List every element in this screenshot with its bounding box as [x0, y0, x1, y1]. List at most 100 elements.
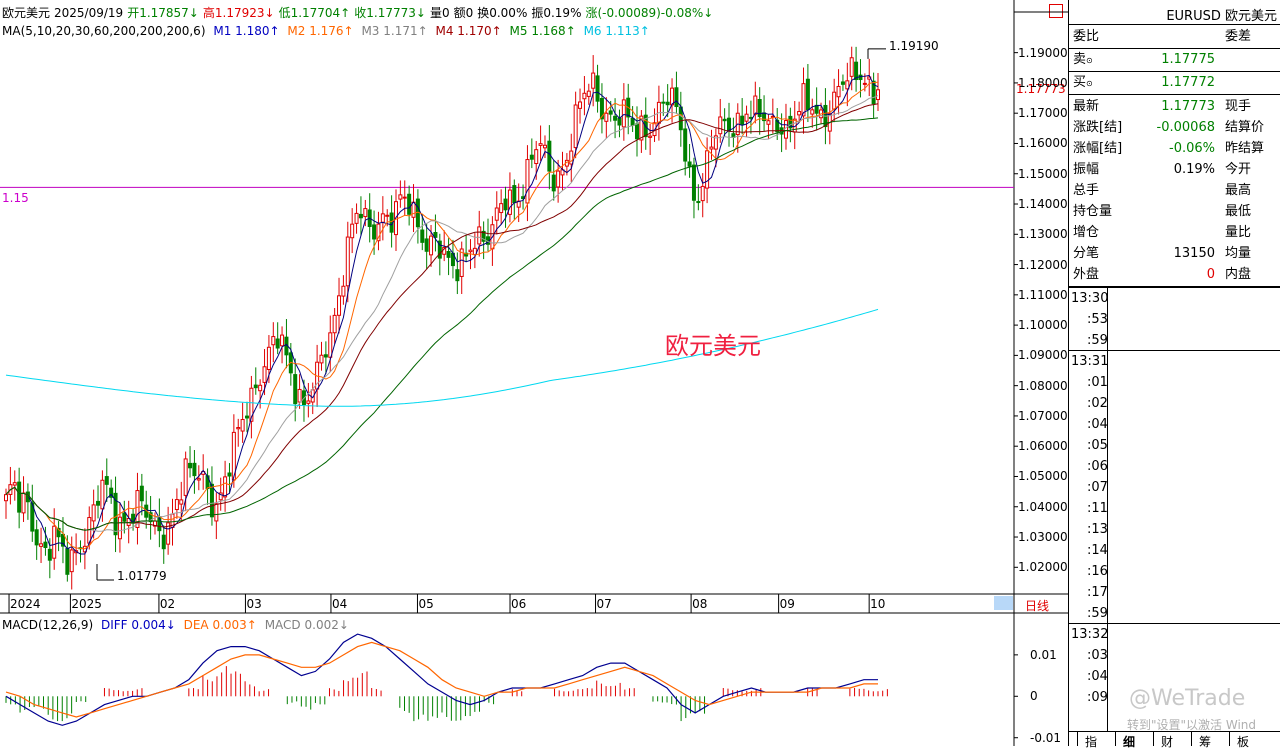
candle-body: [630, 117, 635, 126]
candle-body: [595, 75, 600, 102]
tick-time: :09: [1087, 690, 1108, 705]
panel-tab[interactable]: 筹: [1199, 733, 1211, 750]
x-tick-label: 03: [246, 597, 262, 611]
candle-body: [648, 135, 653, 138]
quote-row: 涨跌[结] -0.00068 结算价: [1071, 117, 1279, 138]
candle-body: [661, 101, 666, 104]
quote-row-label: 增仓: [1073, 225, 1100, 240]
panel-tab[interactable]: 板: [1237, 733, 1249, 750]
tick-time: :07: [1087, 480, 1108, 495]
candle-body: [854, 61, 859, 81]
candle-body: [665, 101, 670, 106]
y-tick-label: 1.06000: [1018, 439, 1068, 454]
candle-body: [328, 332, 333, 358]
macd-tick-label: 0.01: [1030, 647, 1057, 662]
y-tick-label: 1.09000: [1018, 348, 1068, 363]
candle-body: [797, 110, 802, 116]
y-tick-label: 1.16000: [1018, 136, 1068, 151]
y-tick-label: 1.05000: [1018, 469, 1068, 484]
candle-body: [65, 548, 70, 575]
candle-body: [876, 89, 880, 101]
x-tick-label: 2025: [71, 597, 102, 611]
candle-body: [538, 143, 543, 146]
candle-body: [691, 164, 696, 201]
quote-row: 振幅 0.19% 今开: [1071, 159, 1279, 180]
candle-body: [214, 503, 219, 522]
quote-row-right-label: 量比: [1225, 225, 1252, 240]
candle-body: [293, 374, 298, 405]
candle-body: [47, 548, 52, 561]
quote-row-label: 总手: [1073, 183, 1100, 198]
tick-time: :04: [1087, 417, 1108, 432]
candle-body: [196, 478, 201, 481]
quote-row-value: -0.06%: [1169, 141, 1215, 156]
macd-params: MACD(12,26,9): [2, 618, 94, 632]
quote-row-right-label: 最低: [1225, 204, 1252, 219]
candle-body: [372, 224, 377, 240]
tick-time: :59: [1087, 333, 1108, 348]
candle-body: [4, 494, 8, 502]
quote-row-value: 1.17773: [1161, 99, 1215, 114]
panel-tab[interactable]: 指: [1085, 733, 1097, 750]
macd-diff: DIFF 0.004↓: [100, 618, 176, 632]
candle-body: [670, 87, 675, 106]
macd-value: MACD 0.002↓: [264, 618, 349, 632]
candle-body: [586, 90, 591, 97]
x-tick-label: 04: [331, 597, 348, 611]
y-tick-label: 1.08000: [1018, 378, 1068, 393]
candle-body: [766, 120, 771, 125]
x-tick-label: 07: [596, 597, 612, 611]
ma5-line: [5, 74, 879, 555]
candle-body: [358, 213, 363, 219]
kline-chart-area[interactable]: 欧元美元 2025/09/19 开1.17857↓ 高1.17923↓ 低1.17704…: [0, 0, 1068, 746]
quote-row: 最新 1.17773 现手: [1071, 96, 1279, 117]
quote-row-right-label: 昨结算: [1225, 141, 1265, 156]
tick-time: :05: [1087, 438, 1108, 453]
tick-time: :01: [1087, 375, 1108, 390]
candle-body: [266, 346, 271, 370]
candle-body: [849, 57, 854, 77]
candle-body: [345, 236, 350, 287]
panel-tab[interactable]: 细: [1123, 733, 1135, 750]
sell-price: 1.17775: [1161, 52, 1215, 67]
x-tick-label: 02: [159, 597, 176, 611]
candle-body: [858, 74, 863, 81]
ma10-line: [5, 81, 879, 550]
candle-body: [744, 113, 749, 122]
candle-body: [424, 238, 429, 252]
candle-body: [525, 159, 530, 204]
candle-body: [542, 144, 547, 149]
tick-time: 13:31: [1071, 354, 1109, 369]
candle-body: [91, 504, 96, 522]
candle-body: [512, 185, 517, 204]
quote-row-label: 最新: [1073, 99, 1100, 114]
candle-body: [253, 384, 258, 389]
chart-watermark: 欧元美元: [665, 332, 761, 360]
candle-body: [271, 336, 276, 346]
tick-time: :03: [1087, 648, 1108, 663]
candle-body: [687, 161, 692, 167]
candle-body: [179, 499, 184, 505]
hline-label: 1.15: [2, 191, 29, 205]
x-tick-label: 09: [779, 597, 795, 611]
candle-body: [477, 226, 482, 245]
tick-time: :16: [1087, 564, 1108, 579]
panel-tab[interactable]: 财: [1161, 733, 1173, 750]
candle-body: [814, 104, 819, 114]
quote-row-right-label: 均量: [1225, 246, 1252, 261]
candle-body: [43, 541, 48, 549]
scroll-handle[interactable]: [994, 596, 1013, 610]
candle-body: [192, 462, 197, 477]
y-tick-label: 1.10000: [1018, 318, 1068, 333]
candle-body: [705, 150, 710, 189]
candle-body: [499, 203, 504, 214]
quote-row-value: -0.00068: [1156, 120, 1215, 135]
tick-time: :13: [1087, 522, 1108, 537]
high-annotation: 1.19190: [889, 39, 939, 53]
y-tick-label: 1.12000: [1018, 257, 1068, 272]
candle-body: [709, 146, 714, 150]
period-label[interactable]: 日线: [1025, 597, 1049, 614]
candle-body: [573, 104, 578, 149]
candle-body: [12, 482, 17, 486]
candle-body: [122, 512, 127, 522]
